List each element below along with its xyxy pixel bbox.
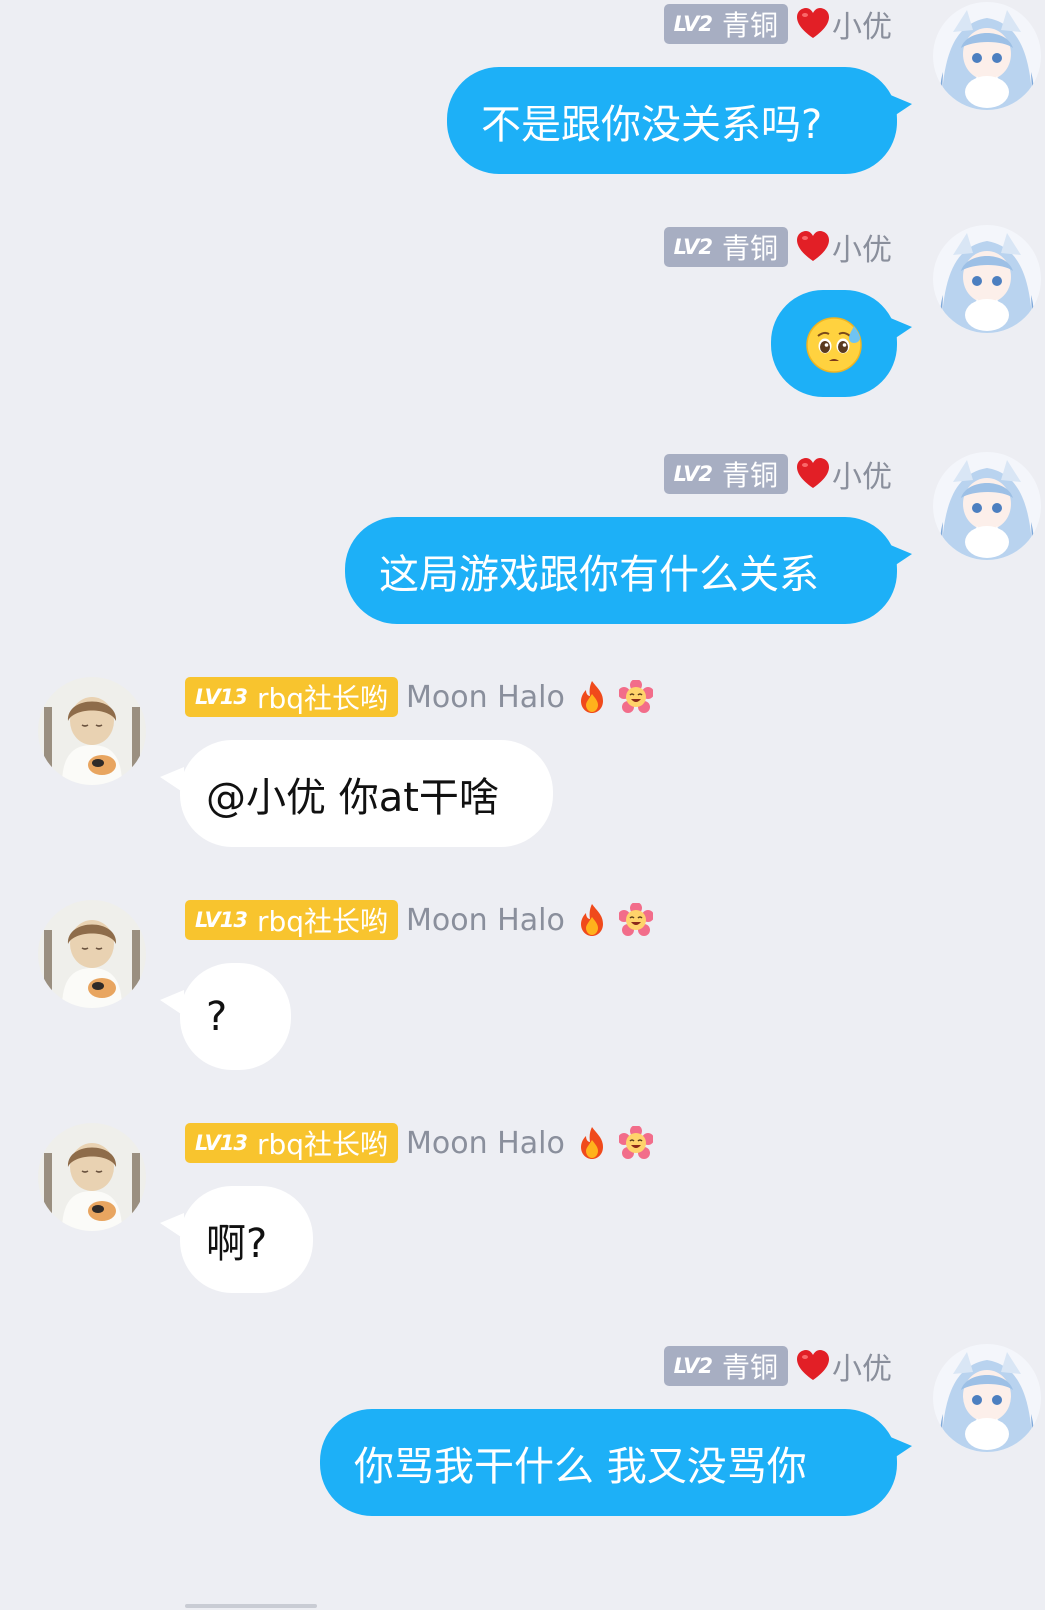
sender-header: LV2 青铜 小优 bbox=[663, 452, 892, 496]
avatar[interactable] bbox=[933, 225, 1041, 333]
bubble-tail bbox=[888, 317, 912, 343]
badge-title: 青铜 bbox=[721, 459, 778, 492]
badge-title: 青铜 bbox=[721, 1351, 778, 1384]
scroll-indicator bbox=[185, 1604, 317, 1608]
level-label: LV13 bbox=[195, 908, 248, 932]
message-text: @小优 你at干啥 bbox=[206, 774, 499, 821]
fire-icon bbox=[575, 1126, 609, 1160]
message-bubble[interactable]: 你骂我干什么 我又没骂你 bbox=[320, 1409, 897, 1516]
message-text: 不是跟你没关系吗? bbox=[481, 101, 823, 148]
sender-nickname[interactable]: Moon Halo bbox=[406, 1126, 565, 1161]
message-bubble[interactable]: 这局游戏跟你有什么关系 bbox=[345, 517, 897, 624]
message-text: 你骂我干什么 我又没骂你 bbox=[354, 1443, 807, 1490]
sender-header: LV13 rbq社长哟 Moon Halo bbox=[185, 898, 653, 942]
flower-face-icon bbox=[619, 903, 653, 937]
bubble-tail bbox=[888, 544, 912, 570]
bubble-tail bbox=[160, 767, 184, 793]
sender-nickname[interactable]: Moon Halo bbox=[406, 903, 565, 938]
message-bubble[interactable]: 啊? bbox=[180, 1186, 313, 1293]
heart-icon bbox=[796, 7, 830, 41]
message-text: 这局游戏跟你有什么关系 bbox=[379, 551, 819, 598]
bubble-tail bbox=[160, 990, 184, 1016]
avatar[interactable] bbox=[933, 2, 1041, 110]
message-bubble[interactable]: 不是跟你没关系吗? bbox=[447, 67, 897, 174]
heart-icon bbox=[796, 1349, 830, 1383]
avatar[interactable] bbox=[38, 1123, 146, 1231]
badge-title: rbq社长哟 bbox=[256, 682, 389, 715]
message-text: 啊? bbox=[206, 1220, 268, 1267]
level-badge: LV13 rbq社长哟 bbox=[185, 900, 399, 940]
level-label: LV13 bbox=[195, 685, 248, 709]
sender-nickname[interactable]: 小优 bbox=[832, 1344, 892, 1388]
level-badge: LV2 青铜 bbox=[663, 454, 788, 494]
bubble-tail bbox=[160, 1213, 184, 1239]
flower-face-icon bbox=[619, 680, 653, 714]
message-bubble[interactable]: ? bbox=[180, 963, 291, 1070]
sender-nickname[interactable]: 小优 bbox=[832, 2, 892, 46]
message-bubble[interactable] bbox=[771, 290, 897, 397]
sender-nickname[interactable]: Moon Halo bbox=[406, 680, 565, 715]
avatar[interactable] bbox=[38, 677, 146, 785]
flower-face-icon bbox=[619, 1126, 653, 1160]
bubble-tail bbox=[888, 1436, 912, 1462]
message-bubble[interactable]: @小优 你at干啥 bbox=[180, 740, 553, 847]
pleading-sweat-face-emoji bbox=[804, 314, 864, 374]
level-badge: LV13 rbq社长哟 bbox=[185, 677, 399, 717]
fire-icon bbox=[575, 680, 609, 714]
sender-header: LV2 青铜 小优 bbox=[663, 225, 892, 269]
sender-header: LV2 青铜 小优 bbox=[663, 2, 892, 46]
level-badge: LV2 青铜 bbox=[663, 4, 788, 44]
badge-title: 青铜 bbox=[721, 9, 778, 42]
badge-title: 青铜 bbox=[721, 232, 778, 265]
level-label: LV2 bbox=[673, 1354, 713, 1378]
message-text: ? bbox=[206, 993, 228, 1040]
sender-header: LV2 青铜 小优 bbox=[663, 1344, 892, 1388]
sender-header: LV13 rbq社长哟 Moon Halo bbox=[185, 1121, 653, 1165]
heart-icon bbox=[796, 457, 830, 491]
avatar[interactable] bbox=[933, 1344, 1041, 1452]
fire-icon bbox=[575, 903, 609, 937]
level-badge: LV13 rbq社长哟 bbox=[185, 1123, 399, 1163]
level-label: LV2 bbox=[673, 235, 713, 259]
bubble-tail bbox=[888, 94, 912, 120]
level-badge: LV2 青铜 bbox=[663, 1346, 788, 1386]
sender-nickname[interactable]: 小优 bbox=[832, 225, 892, 269]
sender-header: LV13 rbq社长哟 Moon Halo bbox=[185, 675, 653, 719]
level-label: LV13 bbox=[195, 1131, 248, 1155]
level-label: LV2 bbox=[673, 12, 713, 36]
sender-nickname[interactable]: 小优 bbox=[832, 452, 892, 496]
level-label: LV2 bbox=[673, 462, 713, 486]
badge-title: rbq社长哟 bbox=[256, 905, 389, 938]
level-badge: LV2 青铜 bbox=[663, 227, 788, 267]
heart-icon bbox=[796, 230, 830, 264]
avatar[interactable] bbox=[933, 452, 1041, 560]
badge-title: rbq社长哟 bbox=[256, 1128, 389, 1161]
avatar[interactable] bbox=[38, 900, 146, 1008]
